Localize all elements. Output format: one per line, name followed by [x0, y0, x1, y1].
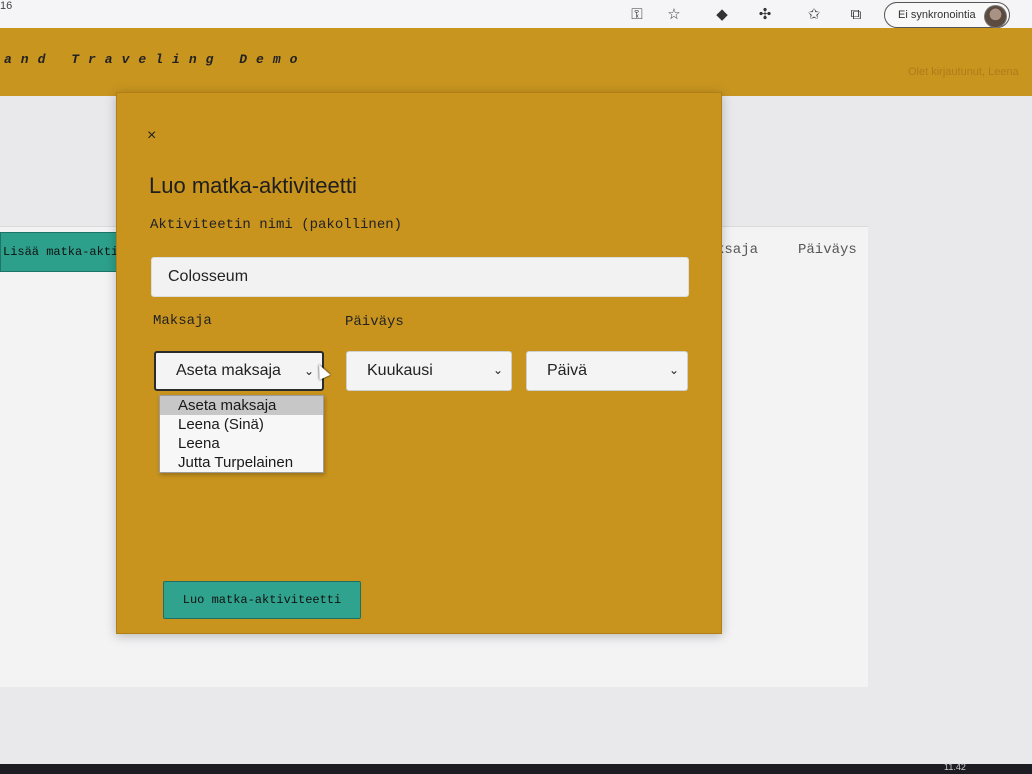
create-activity-modal: × Luo matka-aktiviteetti Aktiviteetin ni…	[116, 92, 722, 634]
payer-label: Maksaja	[153, 313, 212, 329]
taskbar-clock: 11.42	[944, 762, 966, 772]
payer-select[interactable]: Aseta maksaja ⌄	[154, 351, 324, 391]
payer-option[interactable]: Jutta Turpelainen	[160, 453, 323, 472]
chevron-down-icon: ⌄	[303, 364, 314, 378]
activity-name-label: Aktiviteetin nimi (pakollinen)	[150, 217, 403, 233]
day-select-value: Päivä	[547, 362, 588, 379]
profile-label: Ei synkronointia	[898, 9, 976, 21]
month-select-value: Kuukausi	[367, 362, 433, 379]
avatar	[984, 5, 1007, 28]
payer-option[interactable]: Leena	[160, 434, 323, 453]
column-header-date: Päiväys	[798, 242, 857, 258]
login-status: Olet kirjautunut, Leena	[908, 66, 1019, 78]
payer-option[interactable]: Leena (Sinä)	[160, 415, 323, 434]
column-header-payer: ksaja	[716, 242, 759, 258]
favorite-add-icon[interactable]: ☆	[664, 4, 684, 24]
extension-icon[interactable]: ◆	[712, 4, 732, 24]
collections-icon[interactable]: ⧉	[846, 4, 866, 24]
date-label: Päiväys	[345, 314, 404, 330]
site-title: and Traveling Demo	[4, 52, 307, 67]
modal-title: Luo matka-aktiviteetti	[149, 173, 357, 198]
activity-name-input[interactable]	[151, 257, 689, 297]
profile-button[interactable]: Ei synkronointia	[884, 2, 1010, 28]
add-activity-button[interactable]: Lisää matka-akti	[0, 232, 118, 272]
payer-dropdown-list: Aseta maksaja Leena (Sinä) Leena Jutta T…	[159, 395, 324, 473]
chevron-down-icon: ⌄	[492, 363, 503, 377]
extensions-puzzle-icon[interactable]: ✣	[755, 4, 775, 24]
tab-fragment: 16	[0, 0, 13, 12]
month-select[interactable]: Kuukausi ⌄	[346, 351, 512, 391]
chevron-down-icon: ⌄	[668, 363, 679, 377]
create-activity-button[interactable]: Luo matka-aktiviteetti	[163, 581, 361, 619]
payer-select-value: Aseta maksaja	[176, 362, 281, 379]
browser-toolbar: 16 ⚿ ☆ ◆ ✣ ✩ ⧉ Ei synkronointia	[0, 0, 1032, 29]
favorites-icon[interactable]: ✩	[804, 4, 824, 24]
payer-option[interactable]: Aseta maksaja	[160, 396, 323, 415]
site-header: and Traveling Demo Olet kirjautunut, Lee…	[0, 28, 1032, 96]
key-icon[interactable]: ⚿	[627, 4, 647, 24]
close-icon[interactable]: ×	[147, 127, 156, 145]
day-select[interactable]: Päivä ⌄	[526, 351, 688, 391]
taskbar	[0, 764, 1032, 774]
